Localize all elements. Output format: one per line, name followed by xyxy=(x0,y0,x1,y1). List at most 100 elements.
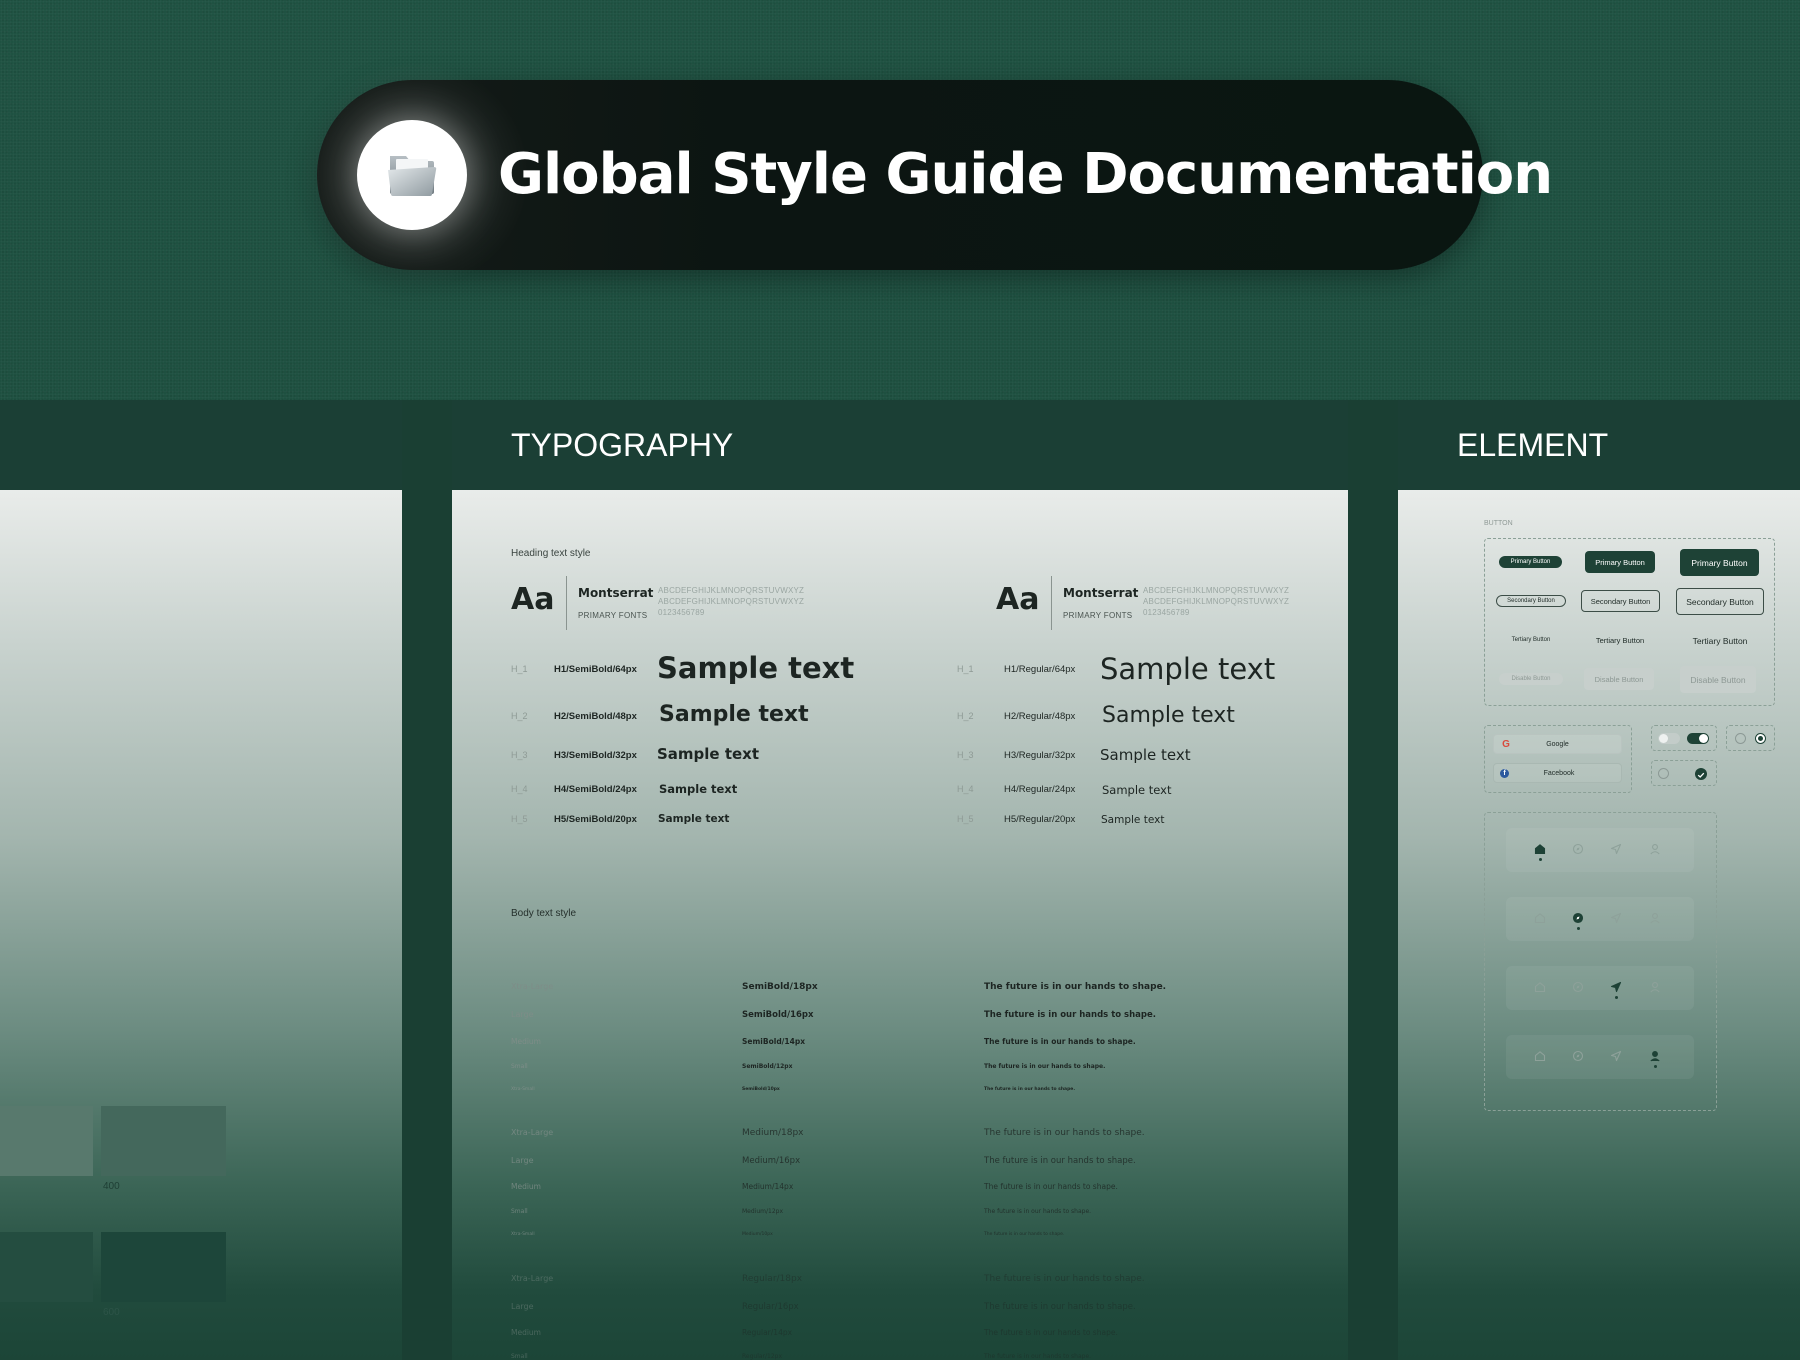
send-icon[interactable] xyxy=(1610,911,1622,924)
heading-spec: H2/Regular/48px xyxy=(1004,711,1076,722)
body-sample: The future is in our hands to shape. xyxy=(984,1037,1136,1046)
body-sample: The future is in our hands to shape. xyxy=(984,1208,1092,1215)
primary-button-large[interactable]: Primary Button xyxy=(1680,549,1759,576)
user-icon[interactable] xyxy=(1649,842,1661,855)
secondary-button-medium[interactable]: Secondary Button xyxy=(1581,590,1660,612)
active-indicator xyxy=(1538,858,1542,861)
divider xyxy=(1051,576,1052,630)
compass-icon[interactable] xyxy=(1572,1049,1584,1062)
heading-code: H_5 xyxy=(957,814,974,824)
panel-body: BUTTON Primary Button Primary Button Pri… xyxy=(1398,490,1800,1360)
body-size-label: Large xyxy=(511,1156,534,1165)
facebook-login-button[interactable]: f Facebook xyxy=(1493,763,1622,783)
body-size-label: Xtra-Large xyxy=(511,1128,554,1137)
body-size-label: Large xyxy=(511,1302,534,1311)
compass-icon[interactable] xyxy=(1572,911,1584,924)
heading-spec: H5/SemiBold/20px xyxy=(554,814,637,825)
body-spec: SemiBold/16px xyxy=(742,1010,814,1020)
send-icon[interactable] xyxy=(1610,1049,1622,1062)
secondary-button-large[interactable]: Secondary Button xyxy=(1676,588,1764,615)
radio-checked[interactable] xyxy=(1755,733,1766,744)
user-icon[interactable] xyxy=(1649,911,1661,924)
home-icon[interactable] xyxy=(1534,1049,1546,1062)
disabled-button-small: Disable Button xyxy=(1499,673,1563,685)
home-icon[interactable] xyxy=(1534,980,1546,993)
heading-sample: Sample text xyxy=(1100,746,1191,764)
compass-icon[interactable] xyxy=(1572,980,1584,993)
tertiary-button-small[interactable]: Tertiary Button xyxy=(1498,634,1564,646)
check-icon xyxy=(1697,772,1705,778)
heading-spec: H3/SemiBold/32px xyxy=(554,750,637,761)
tertiary-button-medium[interactable]: Tertiary Button xyxy=(1584,629,1656,651)
heading-code: H_4 xyxy=(957,784,974,794)
panel-body: Heading text style Aa Montserrat PRIMARY… xyxy=(452,490,1348,1360)
home-icon[interactable] xyxy=(1534,842,1546,855)
font-role: PRIMARY FONTS xyxy=(1063,611,1133,620)
compass-icon[interactable] xyxy=(1572,842,1584,855)
font-role: PRIMARY FONTS xyxy=(578,611,648,620)
heading-code: H_3 xyxy=(511,750,528,760)
body-text-row: Small SemiBold/12px The future is in our h… xyxy=(452,1063,1348,1079)
alphabet-lower: ABCDEFGHIJKLMNOPQRSTUVWXYZ xyxy=(1143,597,1290,606)
body-text-row: Medium Regular/14px The future is in our h… xyxy=(452,1328,1348,1344)
font-name: Montserrat xyxy=(1063,586,1139,600)
toggle-on[interactable] xyxy=(1687,733,1709,744)
font-sample-aa: Aa xyxy=(996,582,1040,617)
body-spec: Regular/14px xyxy=(742,1328,793,1337)
active-indicator xyxy=(1614,996,1618,999)
disabled-button-medium: Disable Button xyxy=(1584,668,1654,690)
body-spec: Medium/14px xyxy=(742,1182,794,1191)
body-size-label: Medium xyxy=(511,1182,541,1191)
google-label: Google xyxy=(1546,740,1569,748)
radio-unchecked[interactable] xyxy=(1735,733,1746,744)
heading-sample: Sample text xyxy=(658,813,730,825)
body-sample: The future is in our hands to shape. xyxy=(984,1156,1136,1166)
checkbox-unchecked[interactable] xyxy=(1658,768,1669,779)
body-spec: SemiBold/14px xyxy=(742,1037,806,1046)
user-icon[interactable] xyxy=(1649,1049,1661,1062)
body-text-row: Large Medium/16px The future is in our han… xyxy=(452,1156,1348,1172)
body-size-label: Small xyxy=(511,1353,528,1360)
body-text-row: Large Regular/16px The future is in our ha… xyxy=(452,1302,1348,1318)
body-sample: The future is in our hands to shape. xyxy=(984,1353,1092,1360)
body-spec: Medium/10px xyxy=(742,1232,773,1237)
primary-button-small[interactable]: Primary Button xyxy=(1499,556,1562,568)
toggle-off[interactable] xyxy=(1658,733,1680,744)
panel-header: TYPOGRAPHY xyxy=(452,400,1348,490)
typography-panel: TYPOGRAPHY Heading text style Aa Montser… xyxy=(452,400,1348,1360)
panel-title: TYPOGRAPHY xyxy=(511,426,734,463)
facebook-icon: f xyxy=(1500,768,1509,778)
radio-dot xyxy=(1758,736,1763,741)
divider xyxy=(566,576,567,630)
tertiary-button-large[interactable]: Tertiary Button xyxy=(1678,627,1762,654)
heading-sample: Sample text xyxy=(657,745,760,763)
heading-spec: H1/SemiBold/64px xyxy=(554,664,637,675)
user-icon[interactable] xyxy=(1649,980,1661,993)
body-text-row: Medium SemiBold/14px The future is in our … xyxy=(452,1037,1348,1053)
toggle-knob xyxy=(1659,734,1668,743)
panel-body: 400 600 xyxy=(0,490,402,1360)
heading-spec: H2/SemiBold/48px xyxy=(554,711,637,722)
heading-sample: Sample text xyxy=(1102,703,1235,728)
home-icon[interactable] xyxy=(1534,911,1546,924)
body-size-label: Medium xyxy=(511,1037,541,1046)
checkbox-checked[interactable] xyxy=(1695,768,1707,780)
google-login-button[interactable]: G Google xyxy=(1493,734,1622,754)
section-label: BUTTON xyxy=(1484,520,1513,527)
body-text-row: Small Regular/12px The future is in our ha… xyxy=(452,1353,1348,1360)
primary-button-medium[interactable]: Primary Button xyxy=(1585,551,1655,573)
body-spec: SemiBold/10px xyxy=(742,1087,780,1092)
heading-code: H_5 xyxy=(511,814,528,824)
secondary-button-small[interactable]: Secondary Button xyxy=(1496,595,1566,607)
body-spec: Regular/16px xyxy=(742,1302,799,1312)
send-icon[interactable] xyxy=(1610,980,1622,993)
heading-sample: Sample text xyxy=(659,782,738,796)
active-indicator xyxy=(1576,927,1580,930)
body-text-row: Xtra-Large SemiBold/18px The future is in … xyxy=(452,982,1348,998)
google-icon: G xyxy=(1502,738,1510,750)
send-icon[interactable] xyxy=(1610,842,1622,855)
color-swatch xyxy=(0,1106,93,1176)
heading-sample: Sample text xyxy=(1102,783,1172,797)
body-size-label: Xtra-Large xyxy=(511,982,554,991)
body-size-label: Xtra-Small xyxy=(511,1087,535,1092)
